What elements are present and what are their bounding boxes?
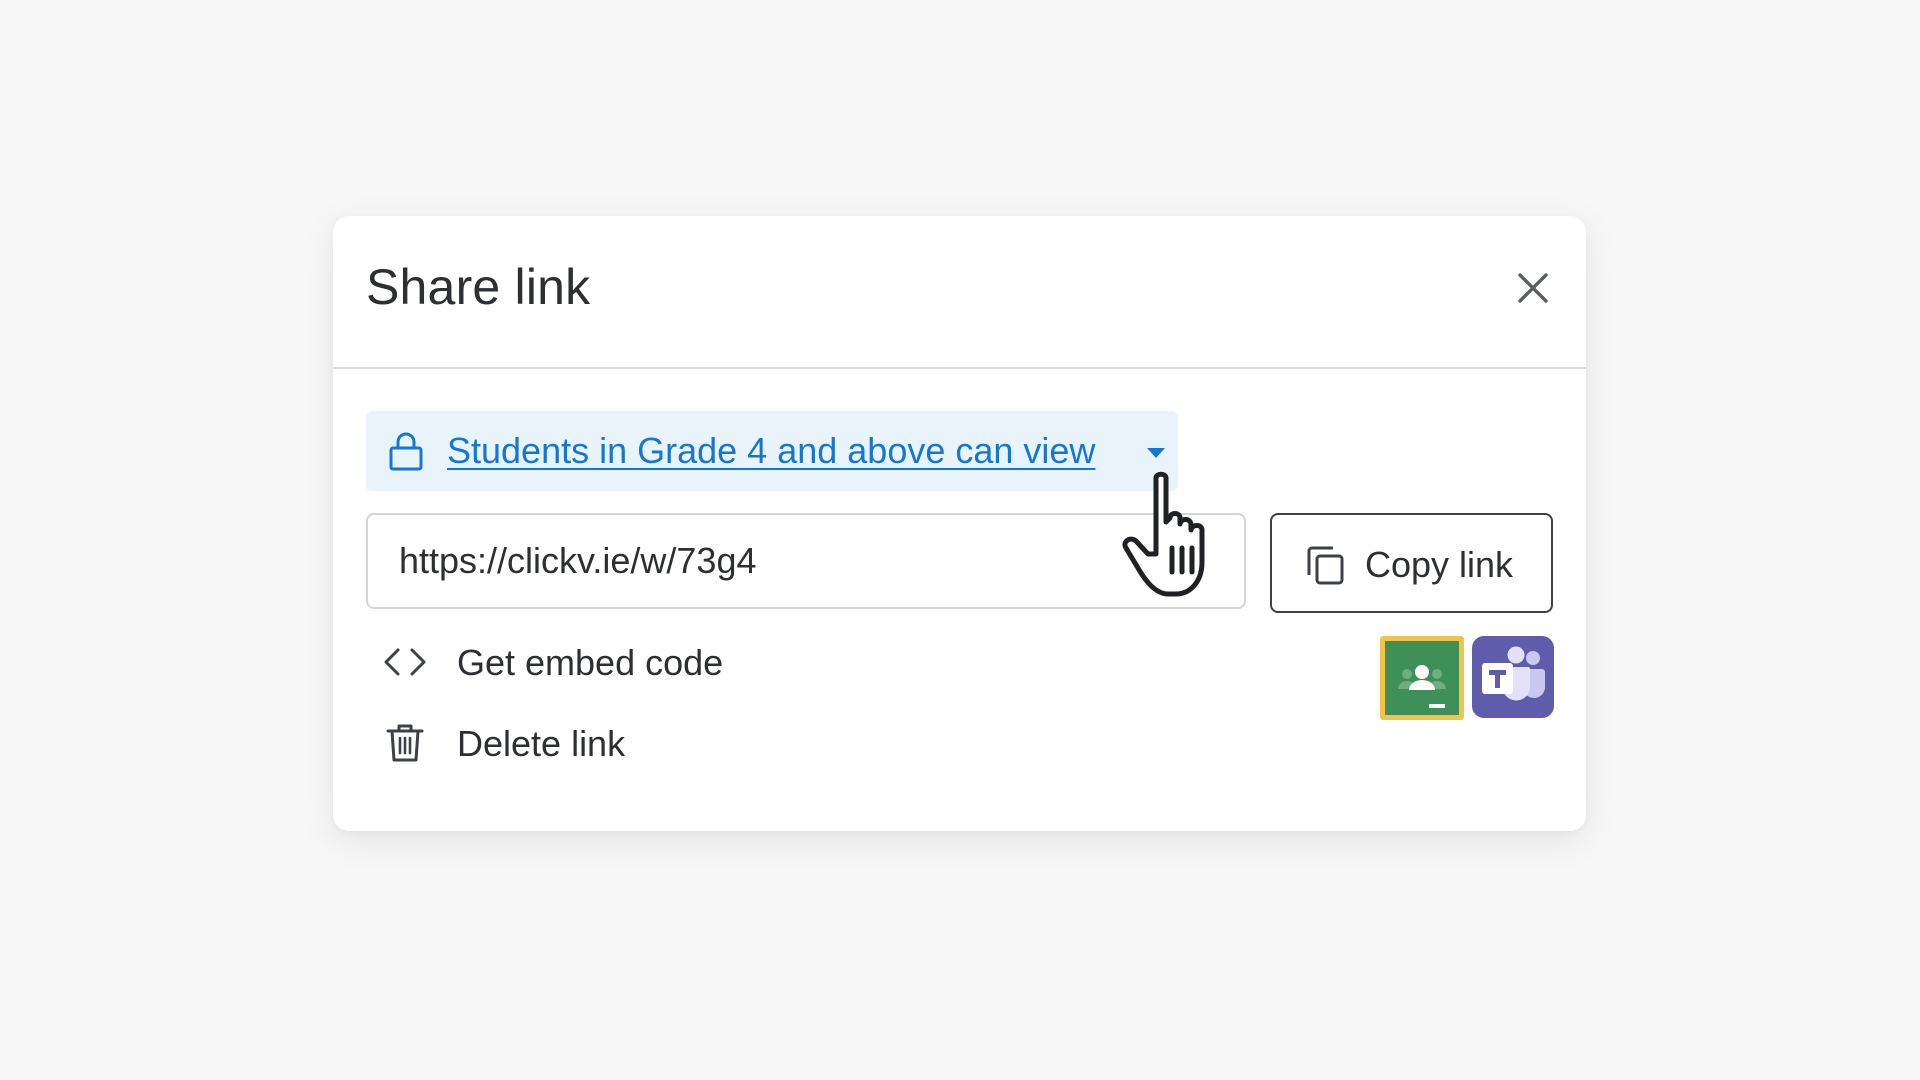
microsoft-teams-share-button[interactable] [1472,636,1554,718]
google-classroom-icon [1398,665,1446,708]
code-icon [384,648,426,676]
trash-icon [386,724,424,762]
dialog-header: Share link [333,216,1586,369]
caret-down-icon [1147,448,1165,458]
permission-dropdown[interactable]: Students in Grade 4 and above can view [366,411,1178,491]
copy-icon [1307,546,1344,585]
microsoft-teams-icon [1482,646,1546,701]
dialog-title: Share link [366,259,591,315]
permission-label[interactable]: Students in Grade 4 and above can view [447,430,1095,472]
delete-link-button[interactable]: Delete link [383,713,713,773]
lock-icon [389,432,423,471]
get-embed-code-button[interactable]: Get embed code [383,632,783,692]
close-button[interactable] [1511,266,1555,310]
link-url-field[interactable] [366,513,1246,609]
copy-link-label: Copy link [1365,544,1514,585]
google-classroom-share-button[interactable] [1380,636,1464,720]
get-embed-code-label: Get embed code [457,642,724,683]
copy-link-button[interactable]: Copy link [1270,513,1553,613]
close-icon [1518,273,1548,303]
share-link-dialog: Share link Students in Grade 4 and above… [333,216,1586,831]
delete-link-label: Delete link [457,723,626,764]
